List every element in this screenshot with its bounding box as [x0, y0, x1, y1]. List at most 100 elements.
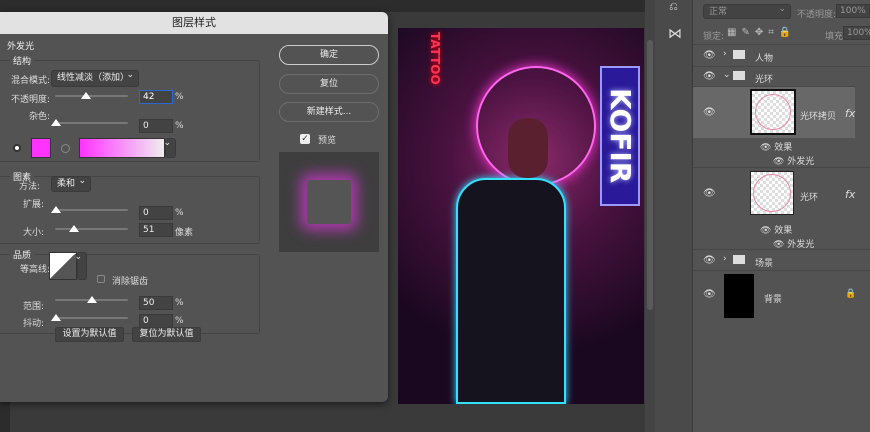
antialias-label: 消除锯齿: [112, 277, 149, 287]
size-label: 大小:: [22, 228, 44, 238]
sign-tattoo: TATTOO: [428, 32, 442, 85]
eye-icon[interactable]: 👁: [703, 50, 716, 61]
jitter-slider[interactable]: [51, 314, 128, 321]
eye-icon[interactable]: 👁: [703, 188, 716, 199]
spread-slider[interactable]: [51, 206, 128, 213]
layer-background[interactable]: 👁 背景 🔒: [693, 270, 870, 320]
fill-input[interactable]: 100%: [843, 26, 870, 40]
dialog-title: 图层样式: [0, 12, 388, 34]
layer-opacity-label: 不透明度:: [797, 10, 837, 20]
jitter-input[interactable]: 0: [139, 314, 173, 328]
chevron-down-icon[interactable]: ⌄: [723, 70, 731, 80]
layer-blend-select[interactable]: 正常: [703, 2, 791, 19]
slider-thumb[interactable]: [87, 296, 97, 303]
gradient-swatch[interactable]: [79, 138, 165, 158]
layer-halo-copy[interactable]: 👁 光环拷贝 fx: [693, 86, 855, 138]
tool-strip: ⎌ ⋈: [655, 0, 693, 432]
percent-unit: %: [175, 298, 184, 308]
section-title: 外发光: [4, 39, 38, 52]
chevron-right-icon[interactable]: ›: [723, 49, 727, 59]
fx-icon[interactable]: fx: [845, 107, 855, 120]
layer-thumbnail: [724, 274, 754, 318]
gradient-dropdown[interactable]: [163, 136, 176, 158]
lock-icon: 🔒: [845, 289, 857, 299]
layer-group-halo[interactable]: 👁 ⌄ 光环: [693, 66, 870, 86]
gradient-radio[interactable]: [61, 144, 70, 153]
reset-default-button[interactable]: 复位为默认值: [132, 327, 201, 342]
preview-checkbox[interactable]: ✓: [300, 134, 310, 144]
layer-group-people[interactable]: 👁 › 人物: [693, 44, 870, 66]
opacity-label: 不透明度:: [10, 95, 50, 105]
layer-name: 光环: [800, 193, 819, 203]
slider-thumb[interactable]: [69, 225, 79, 232]
blend-mode-select[interactable]: 线性减淡（添加）: [51, 68, 139, 87]
spread-input[interactable]: 0: [139, 206, 173, 220]
preview-label: 预览: [318, 136, 337, 146]
range-input[interactable]: 50: [139, 296, 173, 310]
percent-unit: %: [175, 92, 184, 102]
layer-opacity-input[interactable]: 100%: [836, 4, 870, 18]
reset-button[interactable]: 复位: [279, 74, 379, 94]
make-default-button[interactable]: 设置为默认值: [55, 327, 124, 342]
glow-color-swatch[interactable]: [31, 138, 51, 158]
folder-icon: [733, 50, 745, 59]
layer-name: 光环: [755, 75, 774, 85]
bowtie-icon[interactable]: ⋈: [668, 26, 682, 42]
range-label: 范围:: [22, 302, 44, 312]
slider-thumb[interactable]: [51, 119, 61, 126]
slider-thumb[interactable]: [81, 92, 91, 99]
layer-thumbnail: [750, 171, 794, 215]
slider-thumb[interactable]: [51, 314, 61, 321]
layer-name: 光环拷贝: [800, 112, 837, 122]
chevron-right-icon[interactable]: ›: [723, 254, 727, 264]
opacity-slider[interactable]: [55, 92, 128, 99]
layer-halo[interactable]: 👁 光环 fx 👁 效果 👁 外发光: [693, 167, 870, 250]
percent-unit: %: [175, 208, 184, 218]
contour-preview[interactable]: [49, 252, 77, 280]
layer-name: 场景: [755, 259, 774, 269]
opacity-input[interactable]: 42: [139, 90, 173, 104]
structure-title: 结构: [10, 54, 35, 67]
history-icon[interactable]: ⎌: [669, 0, 678, 14]
folder-icon: [733, 71, 745, 80]
eye-icon[interactable]: 👁: [703, 289, 716, 300]
pixel-unit: 像素: [175, 228, 194, 238]
antialias-checkbox[interactable]: [97, 275, 105, 283]
new-style-button[interactable]: 新建样式...: [279, 102, 379, 122]
lock-label: 锁定:: [703, 32, 725, 42]
jitter-label: 抖动:: [22, 319, 44, 329]
effects-row[interactable]: 👁 效果: [760, 223, 792, 236]
eye-icon[interactable]: 👁: [703, 71, 716, 82]
blend-mode-label: 混合模式:: [10, 76, 50, 86]
percent-unit: %: [175, 316, 184, 326]
canvas-image[interactable]: TATTOO KOFIR: [398, 28, 644, 404]
layer-style-dialog: 图层样式 外发光 结构 混合模式: 线性减淡（添加） 不透明度: 42 % 杂色…: [0, 12, 388, 402]
effects-label: 效果: [774, 226, 793, 236]
color-radio[interactable]: [13, 144, 21, 152]
noise-input[interactable]: 0: [139, 119, 173, 133]
effect-row[interactable]: 👁 外发光: [773, 154, 814, 167]
eye-icon[interactable]: 👁: [703, 255, 716, 266]
spread-label: 扩展:: [22, 200, 44, 210]
percent-unit: %: [175, 121, 184, 131]
sign-kofir: KOFIR: [600, 66, 640, 206]
size-input[interactable]: 51: [139, 223, 173, 237]
noise-slider[interactable]: [51, 119, 128, 126]
fx-icon[interactable]: fx: [845, 188, 855, 201]
layer-name: 背景: [764, 295, 783, 305]
slider-thumb[interactable]: [51, 206, 61, 213]
layer-group-scene[interactable]: 👁 › 场景: [693, 249, 870, 270]
eye-icon[interactable]: 👁: [703, 107, 716, 118]
layer-name: 人物: [755, 54, 774, 64]
preview-thumbnail: [279, 152, 379, 252]
outer-glow-label: 外发光: [787, 157, 815, 167]
method-select[interactable]: 柔和: [51, 174, 91, 192]
size-slider[interactable]: [55, 225, 128, 232]
canvas-scrollbar[interactable]: [645, 0, 655, 432]
contour-dropdown[interactable]: [74, 250, 87, 280]
range-slider[interactable]: [55, 296, 128, 303]
noise-label: 杂色:: [28, 112, 50, 122]
lock-icons[interactable]: ▦✎✥⌗🔒: [727, 27, 796, 38]
effects-row[interactable]: 👁 效果: [760, 140, 792, 153]
ok-button[interactable]: 确定: [279, 45, 379, 65]
